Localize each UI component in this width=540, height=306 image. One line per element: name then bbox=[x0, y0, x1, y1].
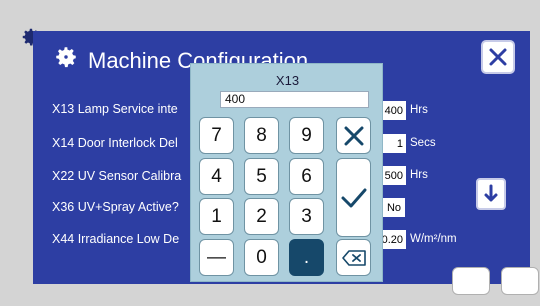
key-decimal-point[interactable]: . bbox=[289, 239, 324, 276]
keypad-title: X13 bbox=[275, 73, 300, 88]
key-4[interactable]: 4 bbox=[199, 158, 234, 195]
keypad-input-field[interactable]: 400 bbox=[220, 91, 369, 108]
confirm-button[interactable] bbox=[336, 158, 371, 237]
arrow-down-icon bbox=[484, 184, 498, 202]
backspace-button[interactable] bbox=[336, 239, 371, 276]
setting-value-x22[interactable]: 500 bbox=[382, 166, 406, 185]
gear-icon bbox=[56, 47, 76, 68]
setting-value-x14[interactable]: 1 bbox=[382, 134, 406, 153]
key-minus[interactable]: — bbox=[199, 239, 234, 276]
setting-value-x44[interactable]: 0.20 bbox=[382, 230, 406, 249]
key-7[interactable]: 7 bbox=[199, 117, 234, 154]
key-5[interactable]: 5 bbox=[244, 158, 279, 195]
setting-label-x36: X36 UV+Spray Active? bbox=[52, 200, 179, 214]
bottom-button-right[interactable] bbox=[501, 267, 539, 295]
key-2[interactable]: 2 bbox=[244, 198, 279, 235]
setting-label-x14: X14 Door Interlock Del bbox=[52, 136, 178, 150]
numeric-keypad: X13 400 7 8 9 4 5 6 1 2 3 — 0 . bbox=[190, 63, 383, 282]
setting-label-x44: X44 Irradiance Low De bbox=[52, 232, 180, 246]
x-icon bbox=[344, 126, 363, 145]
key-0[interactable]: 0 bbox=[244, 239, 279, 276]
close-button[interactable] bbox=[481, 40, 515, 74]
setting-unit-x44: W/m²/nm bbox=[410, 233, 457, 245]
setting-label-x13: X13 Lamp Service inte bbox=[52, 102, 178, 116]
key-1[interactable]: 1 bbox=[199, 198, 234, 235]
setting-value-x36[interactable]: No bbox=[383, 198, 405, 217]
key-8[interactable]: 8 bbox=[244, 117, 279, 154]
key-6[interactable]: 6 bbox=[289, 158, 324, 195]
cancel-button[interactable] bbox=[336, 117, 371, 154]
checkmark-icon bbox=[341, 188, 366, 207]
scroll-down-button[interactable] bbox=[476, 178, 506, 210]
backspace-icon bbox=[341, 249, 366, 266]
setting-unit-x22: Hrs bbox=[410, 169, 428, 181]
key-9[interactable]: 9 bbox=[289, 117, 324, 154]
close-icon bbox=[489, 48, 507, 66]
setting-label-x22: X22 UV Sensor Calibra bbox=[52, 169, 182, 183]
bottom-button-left[interactable] bbox=[452, 267, 490, 295]
setting-unit-x13: Hrs bbox=[410, 104, 428, 116]
setting-unit-x14: Secs bbox=[410, 137, 436, 149]
setting-value-x13[interactable]: 400 bbox=[382, 101, 406, 120]
key-3[interactable]: 3 bbox=[289, 198, 324, 235]
